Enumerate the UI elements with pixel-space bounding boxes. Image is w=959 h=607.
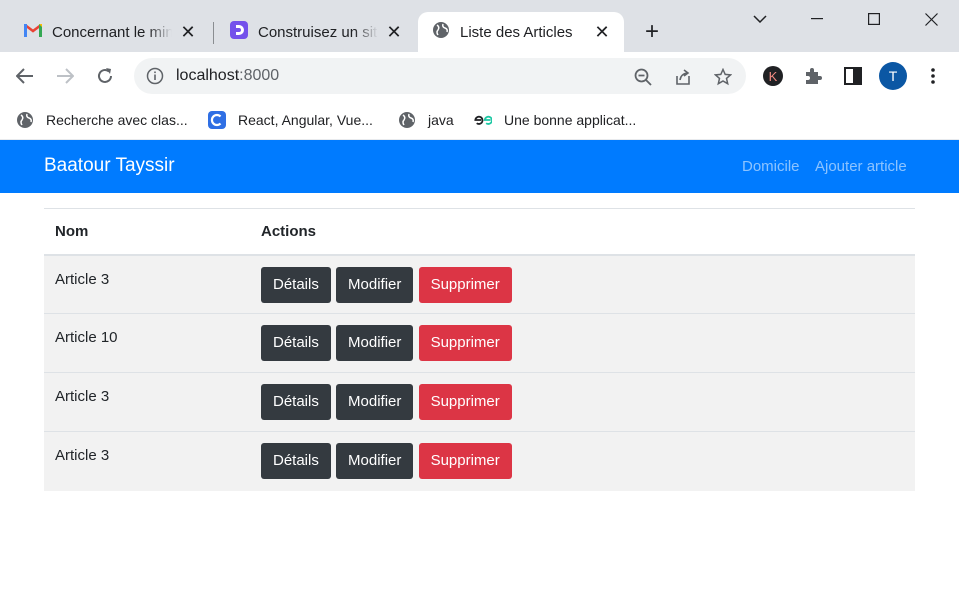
url-host: localhost — [176, 67, 240, 84]
tab-title: Concernant le mini — [52, 23, 172, 41]
table-row: Article 3 Détails Modifier Supprimer — [44, 254, 915, 314]
edit-button[interactable]: Modifier — [336, 325, 414, 361]
edit-button[interactable]: Modifier — [336, 384, 414, 420]
details-button[interactable]: Détails — [261, 266, 331, 303]
window-close-icon[interactable] — [903, 0, 959, 38]
c-logo-icon — [208, 111, 226, 129]
bookmark-label: Recherche avec clas... — [46, 112, 188, 128]
profile-avatar[interactable]: T — [879, 62, 907, 90]
row-actions: Détails Modifier Supprimer — [250, 372, 915, 432]
new-tab-button[interactable]: + — [638, 18, 666, 46]
close-icon[interactable]: ✕ — [178, 22, 198, 42]
table-row: Article 10 Détails Modifier Supprimer — [44, 313, 915, 373]
tab-title: Liste des Articles — [460, 23, 573, 41]
tab-liste-articles[interactable]: Liste des Articles ✕ — [418, 12, 624, 52]
bookmark-item[interactable]: java — [398, 108, 454, 132]
reload-icon[interactable] — [91, 62, 119, 90]
zoom-out-icon[interactable] — [632, 66, 654, 88]
bookmark-item[interactable]: Recherche avec clas... — [16, 108, 188, 132]
table-row: Article 3 Détails Modifier Supprimer — [44, 431, 915, 491]
url-text: localhost:8000 — [176, 67, 279, 85]
close-icon[interactable]: ✕ — [384, 22, 404, 42]
bookmark-item[interactable]: Une bonne applicat... — [474, 108, 636, 132]
browser-window: Concernant le mini ✕ Construisez un site… — [0, 0, 959, 140]
site-navbar: Baatour Tayssir Domicile Ajouter article — [0, 140, 959, 193]
articles-table: Nom Actions Article 3 Détails Modifier S… — [44, 208, 915, 491]
chevron-down-icon[interactable] — [732, 0, 788, 38]
delete-button[interactable]: Supprimer — [418, 384, 512, 420]
forward-arrow-icon[interactable] — [51, 62, 79, 90]
tab-strip: Concernant le mini ✕ Construisez un site… — [0, 0, 959, 52]
edit-button[interactable]: Modifier — [336, 443, 414, 479]
article-name: Article 3 — [44, 431, 250, 491]
column-header-actions: Actions — [250, 208, 915, 256]
table-row: Article 3 Détails Modifier Supprimer — [44, 372, 915, 432]
details-button[interactable]: Détails — [261, 384, 331, 420]
row-actions: Détails Modifier Supprimer — [250, 254, 915, 314]
bookmark-label: Une bonne applicat... — [504, 112, 637, 128]
address-bar[interactable]: localhost:8000 — [134, 58, 746, 94]
openclassrooms-icon — [230, 21, 248, 43]
row-actions: Détails Modifier Supprimer — [250, 313, 915, 373]
tab-openclassrooms[interactable]: Construisez un site ✕ — [216, 12, 416, 52]
nav-link-ajouter-article[interactable]: Ajouter article — [815, 158, 907, 175]
more-vert-icon[interactable] — [919, 62, 947, 90]
article-name: Article 3 — [44, 372, 250, 432]
bookmark-label: React, Angular, Vue... — [238, 112, 373, 128]
browser-toolbar: localhost:8000 K T — [0, 52, 959, 100]
gmail-icon — [24, 23, 42, 41]
article-name: Article 3 — [44, 254, 250, 314]
star-icon[interactable] — [712, 66, 734, 88]
close-icon[interactable]: ✕ — [592, 22, 612, 42]
tab-title: Construisez un site — [258, 23, 378, 41]
details-button[interactable]: Détails — [261, 325, 331, 361]
edit-button[interactable]: Modifier — [336, 266, 414, 303]
bookmark-item[interactable]: React, Angular, Vue... — [208, 108, 373, 132]
delete-button[interactable]: Supprimer — [418, 443, 512, 479]
tab-gmail[interactable]: Concernant le mini ✕ — [10, 12, 210, 52]
bookmarks-bar: Recherche avec clas... React, Angular, V… — [0, 100, 959, 140]
navbar-brand[interactable]: Baatour Tayssir — [44, 155, 175, 177]
maximize-icon[interactable] — [846, 0, 902, 38]
delete-button[interactable]: Supprimer — [418, 266, 512, 303]
row-actions: Détails Modifier Supprimer — [250, 431, 915, 491]
nav-link-domicile[interactable]: Domicile — [742, 158, 800, 175]
delete-button[interactable]: Supprimer — [418, 325, 512, 361]
puzzle-icon[interactable] — [799, 62, 827, 90]
share-icon[interactable] — [672, 66, 694, 88]
globe-icon — [432, 21, 450, 43]
profile-initial: T — [889, 68, 898, 84]
info-icon[interactable] — [146, 67, 164, 90]
table-header-row: Nom Actions — [44, 208, 915, 256]
articles-table-container: Nom Actions Article 3 Détails Modifier S… — [44, 208, 915, 491]
side-panel-icon[interactable] — [839, 62, 867, 90]
minimize-icon[interactable] — [789, 0, 845, 38]
back-arrow-icon[interactable] — [11, 62, 39, 90]
url-port: :8000 — [239, 67, 280, 84]
bookmark-label: java — [428, 112, 454, 128]
e-logo-icon — [474, 111, 492, 129]
details-button[interactable]: Détails — [261, 443, 331, 479]
globe-icon — [16, 111, 34, 129]
extension-initial: K — [769, 69, 778, 84]
column-header-nom: Nom — [44, 208, 250, 256]
globe-icon — [398, 111, 416, 129]
tab-divider — [213, 22, 214, 44]
extension-k-icon[interactable]: K — [759, 62, 787, 90]
article-name: Article 10 — [44, 313, 250, 373]
